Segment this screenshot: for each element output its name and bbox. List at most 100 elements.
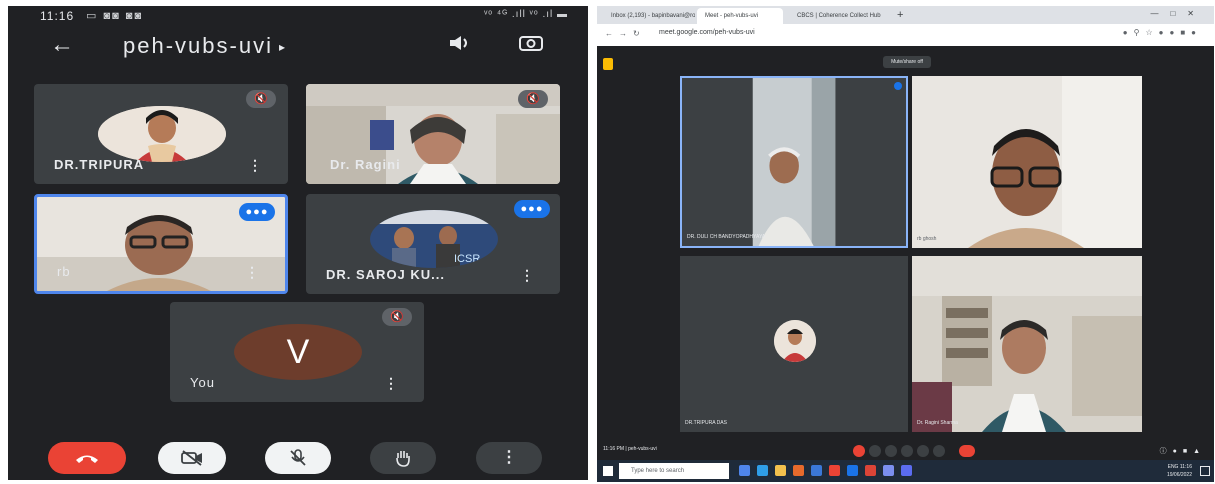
participant-name: DR.TRIPURA <box>54 157 145 172</box>
new-tab-icon[interactable]: + <box>897 9 903 21</box>
end-call-button[interactable] <box>959 445 975 457</box>
browser-tab-active[interactable]: Meet - peh-vubs-uvi <box>697 8 783 24</box>
camera-off-icon <box>181 450 202 466</box>
meeting-code: peh-vubs-uvi <box>123 33 273 58</box>
status-bar: 11:16 ▭ ◙◙ ◙◙ ᵛᵒ ⁴ᴳ .ıll ᵛᵒ .ıl ▬ <box>8 6 588 26</box>
participant-tile[interactable]: 🔇 DR.TRIPURA ⋮ <box>34 84 288 184</box>
mic-off-icon: 🔇 <box>518 90 548 108</box>
windows-taskbar: Type here to search ENG 11:16 19/06/2022 <box>597 460 1214 482</box>
participant-video <box>912 76 1142 248</box>
system-tray[interactable]: ENG 11:16 19/06/2022 <box>1167 463 1192 479</box>
word-icon[interactable] <box>901 465 912 476</box>
participant-avatar <box>98 106 226 162</box>
raise-hand-icon <box>396 451 410 467</box>
participant-name: DR. DULI CH BANDYOPADHYAYA <box>687 234 766 240</box>
caret-right-icon: ▸ <box>278 40 287 55</box>
participant-name: rb ghosh <box>917 236 937 242</box>
tray-time: 11:16 <box>1179 464 1192 470</box>
more-vert-icon[interactable]: ⋮ <box>248 157 262 174</box>
browser-tab[interactable]: CBCS | Coherence Collect Hub <box>789 8 893 24</box>
participant-name: DR. SAROJ KU... <box>326 267 446 282</box>
end-call-button[interactable] <box>48 442 126 474</box>
participant-name: You <box>190 375 215 390</box>
speaker-icon[interactable] <box>446 34 474 58</box>
url-field[interactable]: meet.google.com/peh-vubs-uvi <box>659 29 755 36</box>
camera-flip-icon[interactable] <box>514 34 548 58</box>
arrow-left-icon[interactable]: ← <box>46 30 78 60</box>
meet-stage: Mute/share off DR. DULI CH BANDYOPADHYAY… <box>597 46 1214 442</box>
browser-tab-strip: Inbox (2,193) - bapinbavani@ro Meet - pe… <box>597 6 1214 24</box>
meet-control-bar: 11:16 PM | peh-vubs-uvi ⓘ●■▲ <box>597 442 1214 460</box>
browser-nav-icons[interactable]: ←→↻ <box>605 29 646 38</box>
captions-icon[interactable] <box>885 445 897 457</box>
file-explorer-icon[interactable] <box>775 465 786 476</box>
mic-off-icon: 🔇 <box>382 308 412 326</box>
participant-avatar: ICSR <box>370 210 498 268</box>
mic-off-icon: 🔇 <box>246 90 276 108</box>
meeting-time: 11:16 PM | peh-vubs-uvi <box>603 446 657 452</box>
participant-avatar <box>774 320 816 362</box>
taskbar-search-input[interactable]: Type here to search <box>619 463 729 479</box>
mic-off-icon <box>290 449 306 466</box>
mail-icon[interactable] <box>811 465 822 476</box>
meet-logo-icon <box>603 58 613 70</box>
end-call-icon <box>76 455 98 463</box>
store-icon[interactable] <box>793 465 804 476</box>
participant-name: Dr. Ragini <box>330 157 401 172</box>
more-vert-icon[interactable]: ⋮ <box>245 264 259 281</box>
speaking-indicator-icon <box>894 82 902 90</box>
participant-tile[interactable]: Dr. Ragini Sharma <box>912 256 1142 432</box>
browser-address-bar: ←→↻ meet.google.com/peh-vubs-uvi ●⚲☆●●■● <box>597 24 1214 46</box>
participant-name: Dr. Ragini Sharma <box>917 420 958 426</box>
participant-name: rb <box>57 264 71 279</box>
camera-toggle-button[interactable] <box>158 442 226 474</box>
present-icon[interactable] <box>901 445 913 457</box>
app-icon[interactable] <box>883 465 894 476</box>
more-vert-icon[interactable] <box>933 445 945 457</box>
participant-tile-active-speaker[interactable]: ●●● rb ⋮ <box>34 194 288 294</box>
more-vert-icon[interactable]: ⋮ <box>384 375 398 392</box>
participant-tile[interactable]: DR.TRIPURA DAS <box>680 256 908 432</box>
camera-icon[interactable] <box>869 445 881 457</box>
svg-text:ICSR: ICSR <box>454 253 480 265</box>
tray-date: 19/06/2022 <box>1166 472 1192 478</box>
network-indicators: ᵛᵒ ⁴ᴳ .ıll ᵛᵒ .ıl ▬ <box>484 9 568 20</box>
participant-tile[interactable]: DR. DULI CH BANDYOPADHYAYA <box>680 76 908 248</box>
meeting-code-title[interactable]: peh-vubs-uvi ▸ <box>123 33 287 59</box>
mute-notice: Mute/share off <box>883 56 931 68</box>
call-controls: ⋮ <box>8 424 588 480</box>
raise-hand-button[interactable] <box>370 442 436 474</box>
browser-tab[interactable]: Inbox (2,193) - bapinbavani@ro <box>603 8 695 24</box>
phone-meet-screen: 11:16 ▭ ◙◙ ◙◙ ᵛᵒ ⁴ᴳ .ıll ᵛᵒ .ıl ▬ ← peh-… <box>8 6 588 480</box>
raise-hand-icon[interactable] <box>917 445 929 457</box>
participant-tile[interactable]: 🔇 Dr. Ragini <box>306 84 560 184</box>
more-options-button[interactable]: ⋮ <box>476 442 542 474</box>
chrome-icon[interactable] <box>829 465 840 476</box>
tray-lang: ENG <box>1167 464 1179 470</box>
desktop-meet-screen: Inbox (2,193) - bapinbavani@ro Meet - pe… <box>597 6 1214 482</box>
speaking-indicator-icon: ●●● <box>239 203 275 221</box>
window-controls[interactable]: —□✕ <box>1150 9 1206 18</box>
participant-tile[interactable]: ICSR ●●● DR. SAROJ KU... ⋮ <box>306 194 560 294</box>
speaking-indicator-icon: ●●● <box>514 200 550 218</box>
more-vert-icon: ⋮ <box>501 449 517 466</box>
app-icon[interactable] <box>847 465 858 476</box>
meeting-topbar: ← peh-vubs-uvi ▸ <box>8 26 588 70</box>
notification-center-icon[interactable] <box>1200 466 1210 476</box>
status-time: 11:16 <box>40 9 75 23</box>
self-avatar: V <box>234 324 362 380</box>
mic-off-icon[interactable] <box>853 445 865 457</box>
browser-extension-icons[interactable]: ●⚲☆●●■● <box>1123 28 1202 37</box>
windows-start-icon[interactable] <box>603 466 613 476</box>
edge-icon[interactable] <box>757 465 768 476</box>
participant-video <box>682 78 906 246</box>
more-vert-icon[interactable]: ⋮ <box>520 267 534 284</box>
participant-tile[interactable]: rb ghosh <box>912 76 1142 248</box>
participant-name: DR.TRIPURA DAS <box>685 420 727 426</box>
task-view-icon[interactable] <box>739 465 750 476</box>
meet-side-icons[interactable]: ⓘ●■▲ <box>1160 446 1206 456</box>
mic-toggle-button[interactable] <box>265 442 331 474</box>
self-tile[interactable]: V 🔇 You ⋮ <box>170 302 424 402</box>
app-icon[interactable] <box>865 465 876 476</box>
participant-video <box>912 256 1142 432</box>
